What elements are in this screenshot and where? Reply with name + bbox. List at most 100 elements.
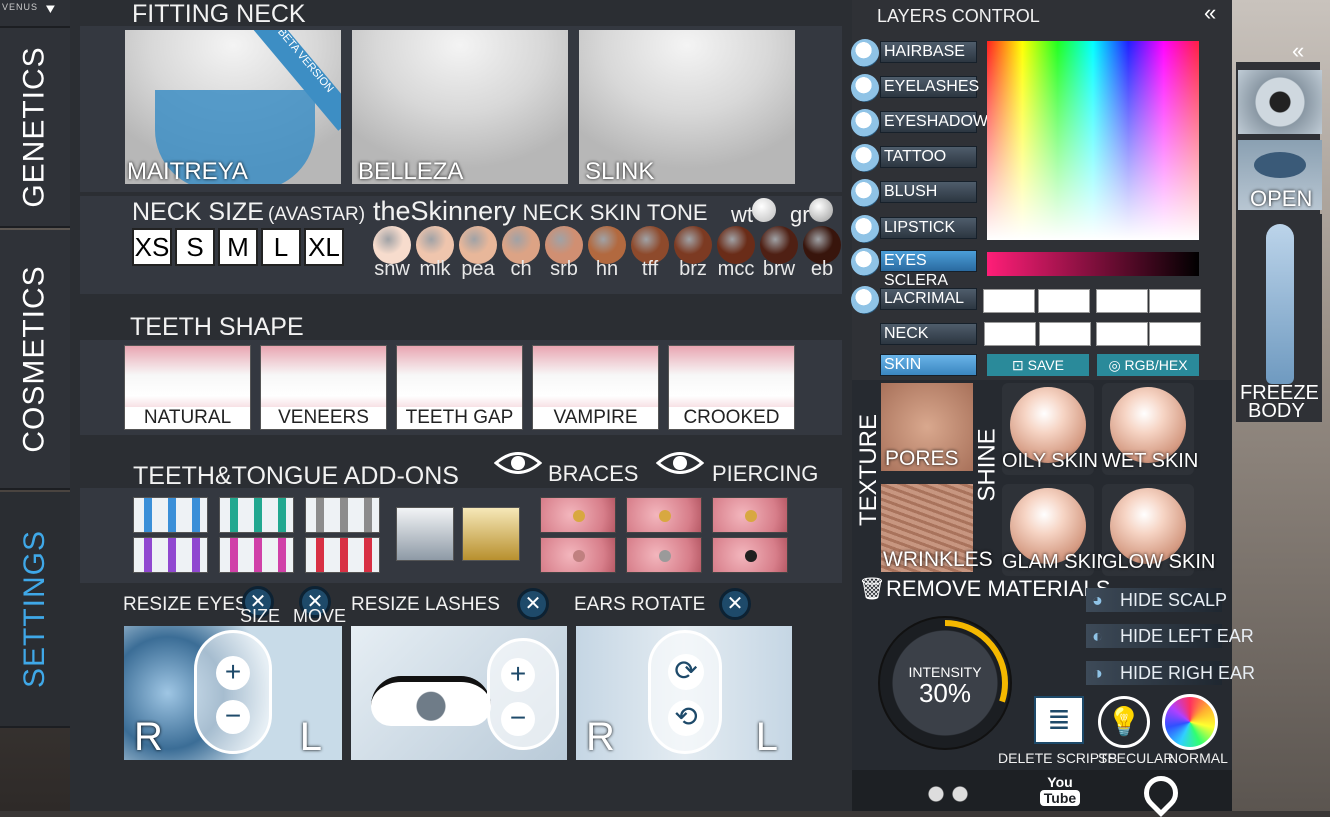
texture-label-text: TEXTURE: [855, 413, 883, 527]
size-xl-button[interactable]: XL: [304, 228, 344, 266]
specular-button[interactable]: 💡: [1098, 696, 1150, 748]
piercing-button[interactable]: [540, 497, 616, 533]
brace-color-button[interactable]: [305, 497, 380, 533]
oily-skin-button[interactable]: OILY SKIN: [1002, 383, 1098, 475]
left-ear-label[interactable]: L: [756, 715, 778, 760]
piercing-button[interactable]: [626, 497, 702, 533]
right-collapse-icon[interactable]: «: [1292, 38, 1320, 63]
save-color-button[interactable]: ⊡ SAVE COLOR: [987, 354, 1089, 395]
wrinkles-button[interactable]: WRINKLES: [881, 484, 993, 572]
color-drop-icon[interactable]: [851, 179, 879, 207]
layer-lipstick-button[interactable]: LIPSTICK: [880, 217, 977, 239]
teeth-veneers-button[interactable]: VENEERS: [260, 345, 387, 430]
color-slot[interactable]: [1096, 289, 1148, 313]
right-eye-label[interactable]: R: [134, 715, 163, 760]
piercing-eye-icon[interactable]: [655, 448, 705, 478]
lashes-minus-button[interactable]: −: [501, 702, 535, 736]
braces-eye-icon[interactable]: [493, 448, 543, 478]
piercing-button[interactable]: [712, 537, 788, 573]
rotate-cw-button[interactable]: ⟳: [668, 654, 704, 690]
ears-close-button[interactable]: ✕: [719, 588, 751, 620]
piercing-button[interactable]: [540, 537, 616, 573]
color-drop-icon[interactable]: [851, 39, 879, 67]
layer-hairbase-button[interactable]: HAIRBASE: [880, 41, 977, 63]
brace-color-button[interactable]: [305, 537, 380, 573]
neck-maitreya-button[interactable]: BETA VERSION MAITREYA: [125, 30, 341, 184]
color-drop-icon[interactable]: [851, 286, 879, 314]
size-l-button[interactable]: L: [261, 228, 301, 266]
brace-gold-button[interactable]: [462, 507, 520, 561]
color-drop-icon[interactable]: [851, 215, 879, 243]
eyes-plus-button[interactable]: +: [216, 656, 250, 690]
grey-tone-button[interactable]: [809, 198, 833, 222]
glam-skin-button[interactable]: GLAM SKIN: [1002, 484, 1111, 576]
size-xs-button[interactable]: XS: [132, 228, 172, 266]
rgb-hex-button[interactable]: ◎ RGB/HEX: [1097, 354, 1199, 376]
hide-right-ear-button[interactable]: ◑ HIDE RIGH EAR: [1086, 661, 1255, 685]
tab-genetics[interactable]: GENETICS: [0, 28, 70, 228]
brace-color-button[interactable]: [133, 497, 208, 533]
dots-icon[interactable]: [926, 786, 972, 802]
color-slot[interactable]: [1149, 322, 1201, 346]
color-drop-icon[interactable]: [851, 248, 879, 276]
hide-scalp-button[interactable]: ◕ HIDE SCALP: [1086, 588, 1227, 612]
brightness-slider[interactable]: [987, 252, 1199, 276]
hide-left-ear-button[interactable]: ◐ HIDE LEFT EAR: [1086, 624, 1254, 648]
rotate-ccw-button[interactable]: ⟲: [668, 700, 704, 736]
glow-skin-button[interactable]: GLOW SKIN: [1102, 484, 1215, 576]
color-picker[interactable]: [987, 41, 1199, 240]
tab-cosmetics[interactable]: COSMETICS: [0, 230, 70, 490]
piercing-button[interactable]: [626, 537, 702, 573]
intensity-dial[interactable]: INTENSITY 30%: [878, 616, 1012, 750]
teeth-natural-label: NATURAL: [125, 407, 250, 429]
color-slot[interactable]: [983, 289, 1035, 313]
teeth-natural-button[interactable]: NATURAL: [124, 345, 251, 430]
brace-color-button[interactable]: [219, 497, 294, 533]
layer-eyeshadow-button[interactable]: EYESHADOW: [880, 111, 988, 133]
collapse-icon[interactable]: «: [1204, 0, 1232, 25]
color-drop-icon[interactable]: [851, 109, 879, 137]
youtube-button[interactable]: You Tube: [1040, 774, 1080, 811]
layer-tattoo-button[interactable]: TATTOO: [880, 146, 977, 168]
lashes-close-button[interactable]: ✕: [517, 588, 549, 620]
color-slot[interactable]: [1039, 322, 1091, 346]
brace-silver-button[interactable]: [396, 507, 454, 561]
layer-blush-button[interactable]: BLUSH: [880, 181, 977, 203]
logo-tab[interactable]: VENUS ⯆: [0, 0, 70, 28]
layer-eyes-sclera-button[interactable]: EYES SCLERA: [880, 250, 977, 289]
tab-settings[interactable]: SETTINGS: [0, 492, 70, 728]
brace-color-button[interactable]: [133, 537, 208, 573]
layer-neck-button[interactable]: NECK: [880, 323, 977, 345]
piercing-button[interactable]: [712, 497, 788, 533]
right-ear-label[interactable]: R: [586, 715, 615, 760]
size-m-button[interactable]: M: [218, 228, 258, 266]
teeth-vampire-button[interactable]: VAMPIRE: [532, 345, 659, 430]
open-mouth-button[interactable]: OPEN: [1238, 140, 1322, 211]
color-drop-icon[interactable]: [851, 74, 879, 102]
color-slot[interactable]: [1149, 289, 1201, 313]
delete-scripts-button[interactable]: ≣: [1034, 696, 1084, 744]
neck-belleza-button[interactable]: BELLEZA: [352, 30, 568, 184]
layer-eyelashes-button[interactable]: EYELASHES: [880, 76, 979, 98]
teeth-crooked-button[interactable]: CROOKED: [668, 345, 795, 430]
color-slot[interactable]: [984, 322, 1036, 346]
color-drop-icon[interactable]: [851, 144, 879, 172]
layer-skin-button[interactable]: SKIN: [880, 354, 977, 376]
eye-target-button[interactable]: [1238, 70, 1322, 134]
color-slot[interactable]: [1096, 322, 1148, 346]
brace-color-button[interactable]: [219, 537, 294, 573]
layer-lacrimal-button[interactable]: LACRIMAL: [880, 288, 977, 310]
remove-materials-button[interactable]: 🗑REMOVE MATERIALS: [858, 576, 1110, 602]
white-tone-button[interactable]: [752, 198, 776, 222]
normal-button[interactable]: [1162, 694, 1218, 750]
lashes-plus-button[interactable]: +: [501, 658, 535, 692]
wet-skin-button[interactable]: WET SKIN: [1102, 383, 1198, 475]
teeth-gap-button[interactable]: TEETH GAP: [396, 345, 523, 430]
size-s-button[interactable]: S: [175, 228, 215, 266]
color-slot[interactable]: [1038, 289, 1090, 313]
neck-slink-button[interactable]: SLINK: [579, 30, 795, 184]
freeze-body-button[interactable]: FREEZE BODY: [1238, 214, 1322, 422]
eyes-minus-button[interactable]: −: [216, 700, 250, 734]
left-eye-label[interactable]: L: [300, 715, 322, 760]
pores-button[interactable]: PORES: [881, 383, 973, 471]
